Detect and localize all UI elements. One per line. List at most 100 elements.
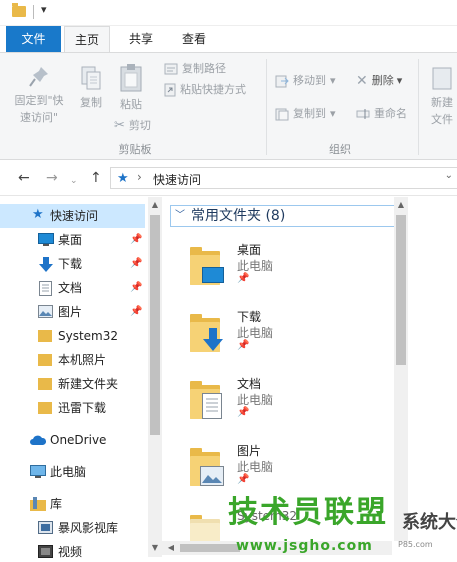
nav-item-videos[interactable]: 视频 (0, 540, 145, 562)
desktop-folder-icon (190, 247, 224, 285)
address-input[interactable]: ★ › 快速访问 ⌄ (110, 167, 457, 189)
paste-button[interactable]: 粘贴 (114, 63, 148, 113)
group-header-label: 常用文件夹 (8) (191, 208, 286, 224)
group-header-frequent-folders[interactable]: ﹀ 常用文件夹 (8) (170, 205, 396, 227)
pin-icon[interactable]: 📌 (130, 228, 142, 252)
copy-path-button[interactable]: 复制路径 (164, 61, 226, 77)
pin-icon[interactable]: 📌 (130, 300, 142, 324)
item-name: 下载 (237, 310, 262, 324)
nav-item-new-folder[interactable]: 新建文件夹 (0, 372, 145, 396)
pictures-folder-icon (190, 448, 224, 486)
scroll-up-arrow[interactable]: ▲ (394, 199, 408, 211)
pin-icon: 📌 (237, 273, 250, 284)
nav-item-quick-access[interactable]: ★ 快速访问 (0, 204, 145, 228)
new-folder-button[interactable]: 新建 文件 (424, 65, 457, 128)
nav-item-label: 文档 (58, 281, 83, 295)
documents-folder-icon (190, 381, 222, 419)
copy-to-label: 复制到 (293, 107, 326, 120)
pin-to-quick-access-button[interactable]: 固定到"快 速访问" (8, 65, 70, 126)
forward-button[interactable]: → (46, 169, 58, 187)
customize-toolbar-dropdown[interactable]: ▾ (41, 3, 47, 16)
pin-to-quick-access-label: 固定到"快 速访问" (14, 94, 64, 124)
clipboard-icon (120, 64, 142, 92)
nav-item-this-pc[interactable]: 此电脑 (0, 460, 145, 484)
nav-item-local-photos[interactable]: 本机照片 (0, 348, 145, 372)
folder-icon[interactable] (12, 3, 26, 17)
scroll-down-arrow[interactable]: ▼ (148, 542, 162, 554)
paste-shortcut-button[interactable]: 粘贴快捷方式 (164, 82, 246, 98)
scroll-left-arrow[interactable]: ◀ (164, 542, 178, 554)
breadcrumb-quick-access[interactable]: 快速访问 (153, 171, 201, 188)
ribbon-tabs: 文件 主页 共享 查看 (0, 26, 457, 52)
new-label: 新建 (431, 96, 453, 109)
folder-item-documents[interactable]: 文档 此电脑 📌 (190, 375, 390, 435)
nav-item-storm-video-library[interactable]: 暴风影视库 (0, 516, 145, 540)
address-dropdown[interactable]: ⌄ (445, 170, 453, 181)
back-button[interactable]: ← (18, 169, 30, 187)
nav-item-downloads[interactable]: 下载 📌 (0, 252, 145, 276)
copy-to-button[interactable]: 复制到 ▾ (275, 106, 336, 122)
up-button[interactable]: ↑ (90, 169, 102, 187)
move-to-icon (275, 75, 289, 88)
breadcrumb-chevron[interactable]: › (137, 170, 142, 184)
group-separator (418, 59, 419, 155)
folder-item-desktop[interactable]: 桌面 此电脑 📌 (190, 241, 390, 301)
library-icon (30, 497, 46, 511)
tab-file[interactable]: 文件 (6, 26, 61, 52)
copy-icon (81, 66, 101, 90)
paste-shortcut-label: 粘贴快捷方式 (180, 83, 246, 96)
nav-item-thunder-downloads[interactable]: 迅雷下载 (0, 396, 145, 420)
video-library-icon (38, 521, 53, 534)
watermark-side-text: 系统大全 (402, 512, 457, 533)
nav-item-label: 此电脑 (50, 465, 87, 479)
pin-icon: 📌 (237, 407, 250, 418)
scissors-icon: ✂ (114, 118, 125, 133)
copy-to-icon (275, 108, 289, 121)
collapse-chevron-icon[interactable]: ﹀ (175, 206, 185, 226)
watermark-url: www.jsgho.com (236, 538, 373, 554)
nav-item-libraries[interactable]: 库 (0, 492, 145, 516)
folder-item-downloads[interactable]: 下载 此电脑 📌 (190, 308, 390, 368)
file-label: 文件 (431, 113, 453, 126)
cut-button[interactable]: ✂ 剪切 (114, 118, 151, 134)
star-icon: ★ (32, 207, 44, 222)
item-location: 此电脑 (237, 259, 274, 273)
navigation-pane-scrollbar[interactable]: ▲ ▼ (148, 197, 162, 557)
item-name: 文档 (237, 377, 262, 391)
nav-item-label: 暴风影视库 (58, 521, 119, 535)
scroll-up-arrow[interactable]: ▲ (148, 199, 162, 211)
file-list-scrollbar[interactable]: ▲ (394, 197, 408, 541)
tab-view[interactable]: 查看 (171, 26, 217, 52)
item-location: 此电脑 (237, 460, 274, 474)
delete-button[interactable]: ✕ 删除 ▾ (356, 73, 402, 89)
rename-button[interactable]: 重命名 (356, 106, 407, 122)
nav-item-pictures[interactable]: 图片 📌 (0, 300, 145, 324)
scrollbar-thumb[interactable] (150, 215, 160, 435)
nav-item-desktop[interactable]: 桌面 📌 (0, 228, 145, 252)
nav-item-onedrive[interactable]: OneDrive (0, 428, 145, 452)
new-folder-icon (432, 67, 452, 90)
group-separator (266, 59, 267, 155)
pin-icon[interactable]: 📌 (130, 252, 142, 276)
downloads-folder-icon (190, 314, 223, 352)
delete-x-icon: ✕ (356, 73, 368, 89)
pin-icon: 📌 (237, 474, 250, 485)
nav-item-documents[interactable]: 文档 📌 (0, 276, 145, 300)
file-list-pane: ﹀ 常用文件夹 (8) 桌面 此电脑 📌 下载 此电脑 📌 文档 此电脑 📌 图… (162, 197, 457, 541)
folder-icon (38, 402, 52, 414)
nav-item-system32[interactable]: System32 (0, 324, 145, 348)
pictures-icon (38, 305, 53, 318)
folder-item-pictures[interactable]: 图片 此电脑 📌 (190, 442, 390, 502)
watermark-main-text: 技术员联盟 (228, 495, 388, 530)
tab-home[interactable]: 主页 (64, 26, 110, 52)
pin-icon[interactable]: 📌 (130, 276, 142, 300)
folder-icon (38, 330, 52, 342)
tab-share[interactable]: 共享 (118, 26, 164, 52)
recent-locations-dropdown[interactable]: ⌄ (70, 172, 78, 190)
scrollbar-thumb[interactable] (396, 215, 406, 365)
navigation-pane: ★ 快速访问 桌面 📌 下载 📌 文档 📌 图片 📌 System32 本机照片… (0, 197, 162, 562)
copy-button[interactable]: 复制 (74, 65, 108, 111)
pin-icon (29, 67, 48, 87)
rename-icon (356, 109, 370, 119)
move-to-button[interactable]: 移动到 ▾ (275, 73, 336, 89)
